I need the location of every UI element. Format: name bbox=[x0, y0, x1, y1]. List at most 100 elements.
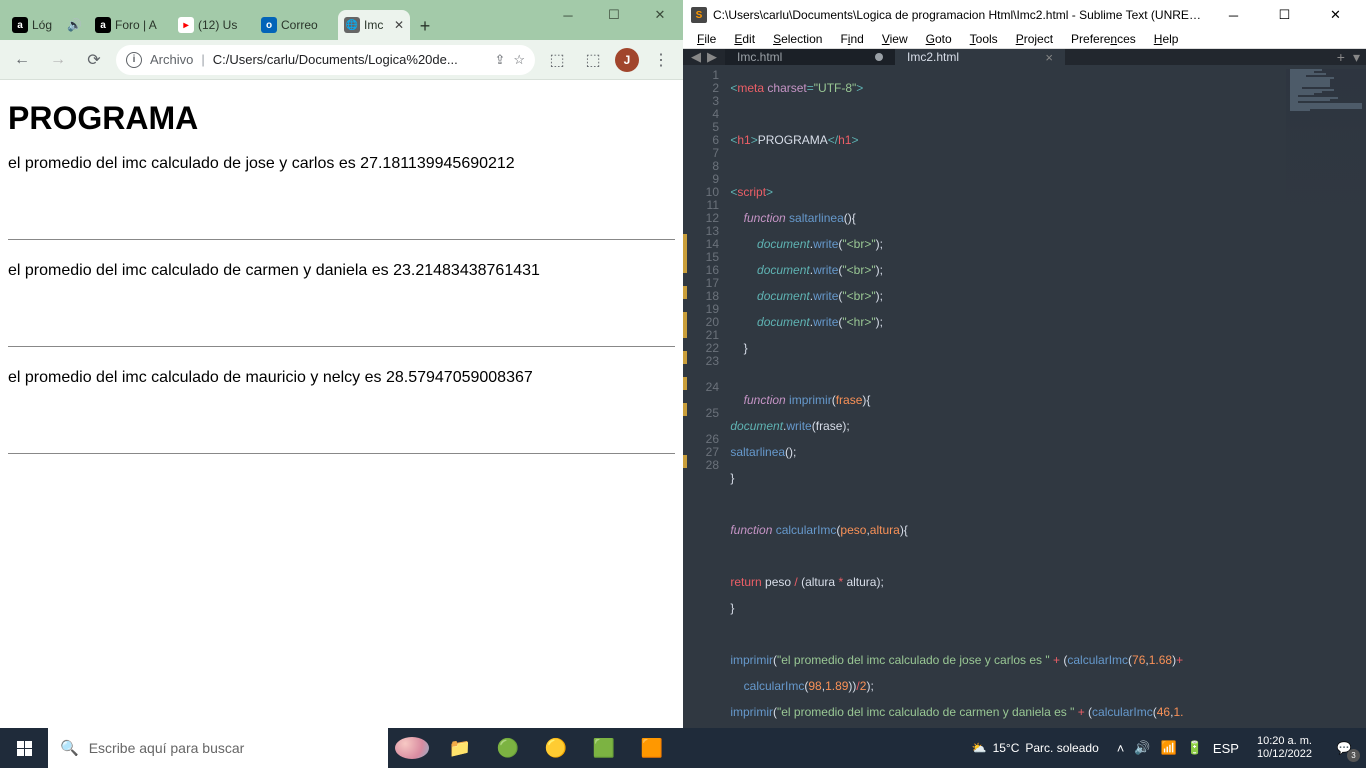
weather-temp: 15°C bbox=[993, 741, 1020, 755]
menu-preferences[interactable]: Preferences bbox=[1063, 30, 1144, 48]
taskbar-chrome-canary-icon[interactable]: 🟡 bbox=[532, 728, 580, 768]
menu-selection[interactable]: Selection bbox=[765, 30, 830, 48]
editor-tab-1[interactable]: Imc2.html × bbox=[895, 49, 1065, 65]
sublime-window: S C:\Users\carlu\Documents\Logica de pro… bbox=[683, 0, 1366, 728]
tab-label: Foro | A bbox=[115, 18, 165, 32]
chrome-tab-2[interactable]: ▸ (12) Us bbox=[172, 10, 254, 40]
weather-icon: ⛅ bbox=[972, 741, 987, 755]
sublime-logo-icon: S bbox=[691, 7, 707, 23]
new-tab-button[interactable]: + bbox=[411, 12, 439, 40]
menu-view[interactable]: View bbox=[874, 30, 916, 48]
sublime-titlebar[interactable]: S C:\Users\carlu\Documents\Logica de pro… bbox=[683, 0, 1366, 30]
sublime-menubar: File Edit Selection Find View Goto Tools… bbox=[683, 30, 1366, 49]
menu-tools[interactable]: Tools bbox=[962, 30, 1006, 48]
omnibox-prefix: Archivo bbox=[150, 52, 193, 67]
code-content[interactable]: <meta charset="UTF-8"> <h1>PROGRAMA</h1>… bbox=[727, 65, 1366, 768]
chrome-tab-1[interactable]: a Foro | A bbox=[89, 10, 171, 40]
output-line: el promedio del imc calculado de maurici… bbox=[8, 369, 675, 387]
chrome-toolbar: ← → ⟳ i Archivo | C:/Users/carlu/Documen… bbox=[0, 40, 683, 80]
separator bbox=[8, 239, 675, 240]
window-maximize-button[interactable]: ☐ bbox=[1262, 0, 1307, 30]
menu-project[interactable]: Project bbox=[1008, 30, 1061, 48]
new-tab-button[interactable]: + bbox=[1337, 49, 1345, 65]
windows-taskbar: 🔍 Escribe aquí para buscar 📁 🟢 🟡 🟩 🟧 ⛅ 1… bbox=[0, 728, 1366, 768]
window-minimize-button[interactable]: ─ bbox=[545, 0, 591, 30]
taskbar-sublime-icon[interactable]: 🟧 bbox=[628, 728, 676, 768]
window-close-button[interactable]: ✕ bbox=[1313, 0, 1358, 30]
chrome-menu-button[interactable]: ⋮ bbox=[647, 46, 675, 74]
notification-badge: 3 bbox=[1347, 749, 1360, 762]
taskbar-explorer-icon[interactable]: 📁 bbox=[436, 728, 484, 768]
extension-icon[interactable]: ⬚ bbox=[579, 46, 607, 74]
tab-nav-back-icon[interactable]: ◀ bbox=[689, 49, 703, 65]
favicon-icon: a bbox=[95, 17, 111, 33]
window-close-button[interactable]: ✕ bbox=[637, 0, 683, 30]
search-placeholder: Escribe aquí para buscar bbox=[89, 740, 245, 756]
tab-audio-icon: 🔊 bbox=[67, 18, 82, 32]
menu-edit[interactable]: Edit bbox=[726, 30, 763, 48]
menu-file[interactable]: File bbox=[689, 30, 724, 48]
notification-center-button[interactable]: 💬 3 bbox=[1322, 728, 1366, 768]
share-icon[interactable]: ⇪ bbox=[494, 52, 505, 68]
tab-label: (12) Us bbox=[198, 18, 248, 32]
tray-battery-icon[interactable]: 🔋 bbox=[1187, 740, 1203, 756]
sublime-tabs: ◀ ▶ Imc.html Imc2.html × + ▾ bbox=[683, 49, 1366, 65]
separator bbox=[8, 453, 675, 454]
tab-label: Lóg bbox=[32, 18, 63, 32]
tab-label: Imc2.html bbox=[907, 50, 959, 64]
favicon-icon: o bbox=[261, 17, 277, 33]
site-info-icon[interactable]: i bbox=[126, 52, 142, 68]
weather-desc: Parc. soleado bbox=[1025, 741, 1098, 755]
code-editor[interactable]: 1234 5678 9101112 13141516 17181920 2122… bbox=[683, 65, 1366, 768]
tab-menu-button[interactable]: ▾ bbox=[1353, 49, 1360, 66]
cortana-graphic[interactable] bbox=[388, 728, 436, 768]
profile-avatar[interactable]: J bbox=[615, 48, 639, 72]
chrome-tab-0[interactable]: a Lóg 🔊 bbox=[6, 10, 88, 40]
system-tray: ˄ 🔊 📶 🔋 ESP bbox=[1109, 740, 1247, 756]
tray-language[interactable]: ESP bbox=[1213, 741, 1239, 756]
tab-label: Correo bbox=[281, 18, 331, 32]
taskbar-app-icon[interactable]: 🟩 bbox=[580, 728, 628, 768]
favicon-icon: ▸ bbox=[178, 17, 194, 33]
window-minimize-button[interactable]: ─ bbox=[1211, 0, 1256, 30]
taskbar-pinned: 📁 🟢 🟡 🟩 🟧 bbox=[436, 728, 676, 768]
tray-wifi-icon[interactable]: 📶 bbox=[1161, 740, 1177, 756]
nav-back-button[interactable]: ← bbox=[8, 46, 36, 74]
clock-date: 10/12/2022 bbox=[1257, 748, 1312, 761]
taskbar-clock[interactable]: 10:20 a. m. 10/12/2022 bbox=[1247, 735, 1322, 761]
taskbar-search[interactable]: 🔍 Escribe aquí para buscar bbox=[48, 728, 388, 768]
tab-nav-fwd-icon[interactable]: ▶ bbox=[705, 49, 719, 65]
output-line: el promedio del imc calculado de carmen … bbox=[8, 262, 675, 280]
dirty-indicator-icon bbox=[875, 53, 883, 61]
tray-volume-icon[interactable]: 🔊 bbox=[1134, 740, 1150, 756]
nav-reload-button[interactable]: ⟳ bbox=[80, 46, 108, 74]
taskbar-chrome-icon[interactable]: 🟢 bbox=[484, 728, 532, 768]
line-number-gutter: 1234 5678 9101112 13141516 17181920 2122… bbox=[689, 65, 727, 768]
editor-tab-0[interactable]: Imc.html bbox=[725, 49, 895, 65]
nav-forward-button[interactable]: → bbox=[44, 46, 72, 74]
favicon-icon: 🌐 bbox=[344, 17, 360, 33]
page-content: PROGRAMA el promedio del imc calculado d… bbox=[0, 80, 683, 728]
window-maximize-button[interactable]: ☐ bbox=[591, 0, 637, 30]
menu-goto[interactable]: Goto bbox=[918, 30, 960, 48]
chrome-tab-3[interactable]: o Correo bbox=[255, 10, 337, 40]
windows-logo-icon bbox=[17, 741, 32, 756]
tab-label: Imc.html bbox=[737, 50, 782, 64]
tray-overflow-icon[interactable]: ˄ bbox=[1117, 741, 1125, 756]
clock-time: 10:20 a. m. bbox=[1257, 735, 1312, 748]
sublime-title: C:\Users\carlu\Documents\Logica de progr… bbox=[713, 8, 1205, 22]
menu-help[interactable]: Help bbox=[1146, 30, 1187, 48]
tab-label: Imc bbox=[364, 18, 390, 32]
omnibox[interactable]: i Archivo | C:/Users/carlu/Documents/Log… bbox=[116, 45, 535, 75]
taskbar-weather[interactable]: ⛅ 15°C Parc. soleado bbox=[962, 741, 1109, 755]
tab-close-icon[interactable]: × bbox=[1045, 50, 1053, 65]
separator bbox=[8, 346, 675, 347]
chrome-tab-4[interactable]: 🌐 Imc ✕ bbox=[338, 10, 410, 40]
tab-close-icon[interactable]: ✕ bbox=[394, 18, 404, 32]
bookmark-icon[interactable]: ☆ bbox=[513, 52, 525, 68]
menu-find[interactable]: Find bbox=[832, 30, 871, 48]
extension-icon[interactable]: ⬚ bbox=[543, 46, 571, 74]
chrome-window: a Lóg 🔊 a Foro | A ▸ (12) Us o Correo 🌐 … bbox=[0, 0, 683, 728]
start-button[interactable] bbox=[0, 728, 48, 768]
minimap[interactable] bbox=[1286, 69, 1366, 249]
